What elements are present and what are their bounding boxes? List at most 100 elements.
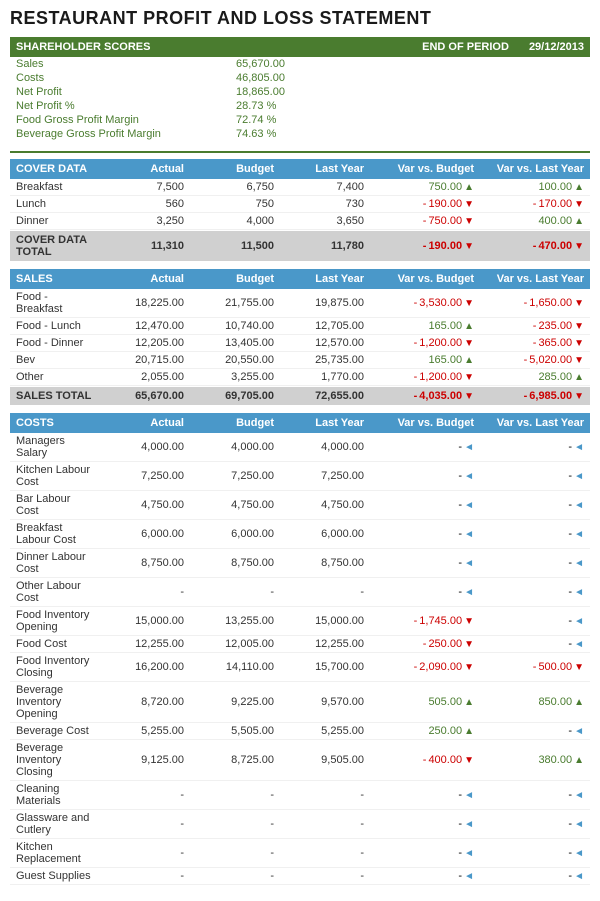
row-label: Breakfast Labour Cost (16, 522, 94, 546)
row-actual: 4,000.00 (94, 441, 184, 453)
row-label: Kitchen Replacement (16, 841, 94, 865)
arrow-up-icon: ▲ (464, 355, 474, 366)
row-label: Beverage Cost (16, 725, 94, 737)
costs-col-actual: Actual (94, 417, 184, 429)
row-actual: 12,255.00 (94, 638, 184, 650)
cover-col-varlast: Var vs. Last Year (474, 163, 584, 175)
row-var-budget: - ◄ (364, 528, 474, 540)
row-var-budget: 165.00 ▲ (364, 354, 474, 366)
row-var-last: - 500.00 ▼ (474, 661, 584, 673)
row-actual: 12,470.00 (94, 320, 184, 332)
neg-prefix: - (524, 354, 528, 366)
row-var-budget: - 2,090.00 ▼ (364, 661, 474, 673)
summary-row: Sales65,670.00 (10, 57, 590, 71)
cover-col-budget: Budget (184, 163, 274, 175)
row-lastyear: 5,255.00 (274, 725, 364, 737)
data-row: Bar Labour Cost 4,750.00 4,750.00 4,750.… (10, 491, 590, 520)
arrow-left-icon: ◄ (464, 790, 474, 801)
arrow-left-icon: ◄ (464, 558, 474, 569)
row-var-budget: - ◄ (364, 441, 474, 453)
arrow-down-icon: ▼ (574, 199, 584, 210)
arrow-left-icon: ◄ (574, 500, 584, 511)
row-budget: 3,255.00 (184, 371, 274, 383)
arrow-left-icon: ◄ (464, 819, 474, 830)
row-var-last: - 5,020.00 ▼ (474, 354, 584, 366)
row-lastyear: 7,400 (274, 181, 364, 193)
arrow-up-icon: ▲ (574, 372, 584, 383)
data-row: Food Inventory Closing 16,200.00 14,110.… (10, 653, 590, 682)
row-label: Food Cost (16, 638, 94, 650)
row-actual: - (94, 847, 184, 859)
summary-row: Net Profit %28.73 % (10, 99, 590, 113)
data-row: Food Inventory Opening 15,000.00 13,255.… (10, 607, 590, 636)
costs-section-label: COSTS (16, 417, 94, 429)
arrow-left-icon: ◄ (574, 790, 584, 801)
costs-col-varbudget: Var vs. Budget (364, 417, 474, 429)
row-actual: 9,125.00 (94, 754, 184, 766)
row-var-last: 285.00 ▲ (474, 371, 584, 383)
row-label: Glassware and Cutlery (16, 812, 94, 836)
row-actual: 5,255.00 (94, 725, 184, 737)
neg-prefix: - (533, 337, 537, 349)
row-lastyear: 15,000.00 (274, 615, 364, 627)
row-var-budget: - ◄ (364, 870, 474, 882)
data-row: Dinner 3,250 4,000 3,650 - 750.00 ▼ 400.… (10, 213, 590, 230)
row-label: Managers Salary (16, 435, 94, 459)
row-var-last: - 235.00 ▼ (474, 320, 584, 332)
arrow-left-icon: ◄ (574, 587, 584, 598)
row-var-last: - ◄ (474, 441, 584, 453)
row-budget: 12,005.00 (184, 638, 274, 650)
data-row: Lunch 560 750 730 - 190.00 ▼ - 170.00 ▼ (10, 196, 590, 213)
neg-prefix: - (524, 297, 528, 309)
arrow-left-icon: ◄ (574, 871, 584, 882)
row-lastyear: 12,570.00 (274, 337, 364, 349)
row-var-last: 400.00 ▲ (474, 215, 584, 227)
summary-label: Net Profit (16, 86, 236, 98)
cover-col-actual: Actual (94, 163, 184, 175)
row-label: Beverage Inventory Opening (16, 684, 94, 720)
cover-data-rows: Breakfast 7,500 6,750 7,400 750.00 ▲ 100… (10, 179, 590, 230)
row-label: Breakfast (16, 181, 94, 193)
total-var-budget: - 4,035.00 ▼ (364, 390, 474, 402)
arrow-left-icon: ◄ (574, 819, 584, 830)
arrow-up-icon: ▲ (574, 697, 584, 708)
sales-col-varlast: Var vs. Last Year (474, 273, 584, 285)
row-budget: - (184, 818, 274, 830)
row-label: Lunch (16, 198, 94, 210)
data-row: Beverage Inventory Opening 8,720.00 9,22… (10, 682, 590, 723)
arrow-up-icon: ▲ (574, 216, 584, 227)
row-label: Food Inventory Opening (16, 609, 94, 633)
data-row: Breakfast Labour Cost 6,000.00 6,000.00 … (10, 520, 590, 549)
neg-prefix: - (533, 320, 537, 332)
arrow-down-icon: ▼ (464, 639, 474, 650)
summary-value: 72.74 % (236, 114, 276, 126)
sales-col-actual: Actual (94, 273, 184, 285)
row-lastyear: 4,000.00 (274, 441, 364, 453)
row-var-last: - ◄ (474, 725, 584, 737)
end-of-period-label: END OF PERIOD (422, 41, 509, 53)
row-label: Dinner (16, 215, 94, 227)
summary-label: Sales (16, 58, 236, 70)
row-var-last: - ◄ (474, 638, 584, 650)
row-lastyear: 3,650 (274, 215, 364, 227)
arrow-left-icon: ◄ (574, 639, 584, 650)
sales-col-lastyear: Last Year (274, 273, 364, 285)
data-row: Food - Breakfast 18,225.00 21,755.00 19,… (10, 289, 590, 318)
cover-col-lastyear: Last Year (274, 163, 364, 175)
total-label: SALES TOTAL (16, 390, 94, 402)
row-var-budget: - 400.00 ▼ (364, 754, 474, 766)
row-lastyear: - (274, 870, 364, 882)
data-row: Managers Salary 4,000.00 4,000.00 4,000.… (10, 433, 590, 462)
arrow-down-icon: ▼ (464, 199, 474, 210)
arrow-left-icon: ◄ (464, 587, 474, 598)
summary-label: Net Profit % (16, 100, 236, 112)
row-var-last: - ◄ (474, 528, 584, 540)
neg-prefix: - (423, 198, 427, 210)
costs-data-rows: Managers Salary 4,000.00 4,000.00 4,000.… (10, 433, 590, 885)
arrow-down-icon: ▼ (574, 355, 584, 366)
page-container: RESTAURANT PROFIT AND LOSS STATEMENT SHA… (0, 0, 600, 901)
arrow-down-icon: ▼ (464, 391, 474, 402)
row-budget: 4,750.00 (184, 499, 274, 511)
row-var-last: - ◄ (474, 586, 584, 598)
data-row: Food - Lunch 12,470.00 10,740.00 12,705.… (10, 318, 590, 335)
